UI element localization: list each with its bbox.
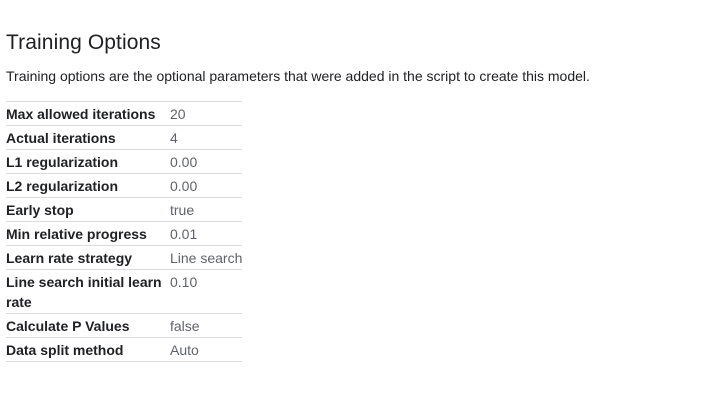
option-row-min-relative-progress: Min relative progress 0.01: [6, 221, 242, 246]
option-row-actual-iterations: Actual iterations 4: [6, 125, 242, 150]
option-label: Min relative progress: [6, 226, 147, 242]
option-value: 0.01: [170, 226, 198, 242]
option-label: L2 regularization: [6, 178, 119, 194]
option-value: 0.00: [170, 178, 198, 194]
option-label: Data split method: [6, 342, 124, 358]
option-value: 0.00: [170, 154, 198, 170]
option-value: true: [170, 202, 195, 218]
option-row-data-split-method: Data split method Auto: [6, 337, 242, 362]
section-description: Training options are the optional parame…: [6, 68, 590, 84]
section-title: Training Options: [6, 31, 161, 54]
option-row-l1-regularization: L1 regularization 0.00: [6, 149, 242, 174]
option-label: Calculate P Values: [6, 318, 130, 334]
option-row-line-search-initial-learn-rate: Line search initial learn rate 0.10: [6, 269, 242, 314]
option-row-max-allowed-iterations: Max allowed iterations 20: [6, 101, 242, 126]
option-label: Actual iterations: [6, 130, 116, 146]
option-label: Line search initial learn rate: [6, 274, 162, 310]
option-label: Max allowed iterations: [6, 106, 156, 122]
option-value: false: [170, 318, 200, 334]
option-label: Early stop: [6, 202, 74, 218]
option-value: 0.10: [170, 274, 198, 290]
option-value: Line search: [170, 250, 243, 266]
training-options-table: Max allowed iterations 20 Actual iterati…: [6, 101, 242, 362]
option-row-learn-rate-strategy: Learn rate strategy Line search: [6, 245, 243, 270]
training-options-panel: Training Options Training options are th…: [6, 26, 702, 362]
option-row-l2-regularization: L2 regularization 0.00: [6, 173, 242, 198]
option-value: 20: [170, 106, 186, 122]
option-value: Auto: [170, 342, 199, 358]
option-row-early-stop: Early stop true: [6, 197, 242, 222]
option-label: Learn rate strategy: [6, 250, 133, 266]
option-label: L1 regularization: [6, 154, 119, 170]
option-row-calculate-p-values: Calculate P Values false: [6, 313, 242, 338]
option-value: 4: [170, 130, 178, 146]
